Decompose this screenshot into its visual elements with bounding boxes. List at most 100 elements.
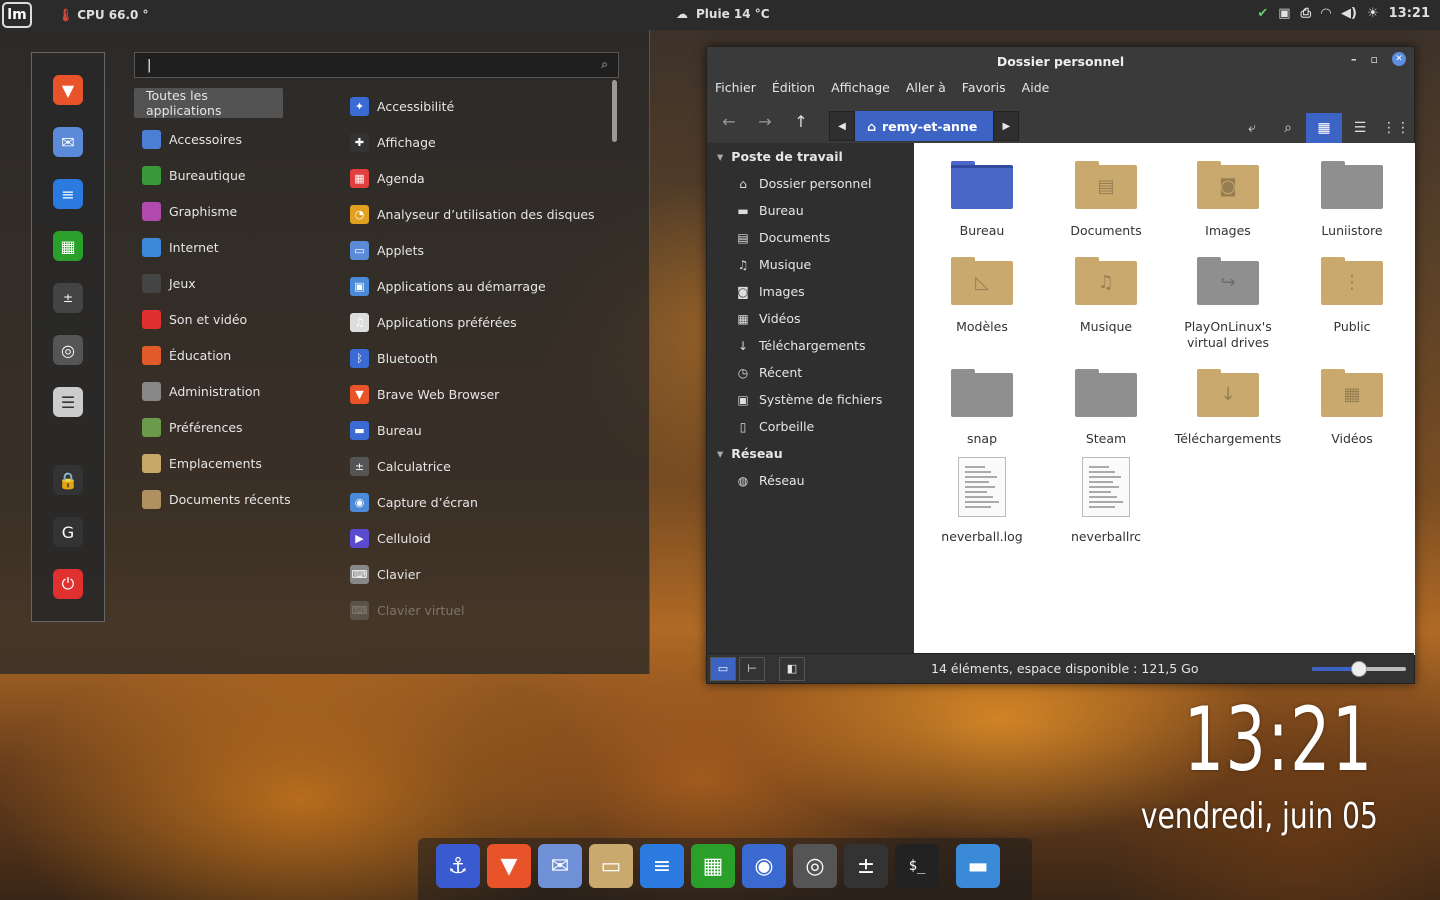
app-item[interactable]: ▭ Applets bbox=[350, 232, 610, 268]
zoom-slider[interactable] bbox=[1312, 661, 1406, 677]
menu-item[interactable]: Aide bbox=[1022, 80, 1050, 95]
cpu-applet[interactable]: 🌡 CPU 66.0 ° bbox=[58, 8, 149, 22]
folder-item[interactable]: Luniistore bbox=[1292, 161, 1412, 239]
anchor-icon[interactable]: ⚓ bbox=[436, 844, 480, 888]
category-item[interactable]: Emplacements bbox=[134, 445, 334, 481]
sidebar-item[interactable]: ▯ Corbeille bbox=[707, 413, 914, 440]
breadcrumb-current[interactable]: ⌂ remy-et-anne bbox=[855, 111, 994, 141]
back-icon[interactable]: ← bbox=[711, 105, 747, 137]
folder-item[interactable]: ▤ Documents bbox=[1046, 161, 1166, 239]
app-item[interactable]: ▶ Celluloid bbox=[350, 520, 610, 556]
app-item[interactable]: ⌨ Clavier bbox=[350, 556, 610, 592]
image-icon[interactable]: ▣ bbox=[1278, 6, 1290, 21]
calculator-icon[interactable]: ± bbox=[844, 844, 888, 888]
brave-icon[interactable]: ▼ bbox=[53, 75, 83, 105]
app-item[interactable]: ⌨ Clavier virtuel bbox=[350, 592, 610, 628]
zoom-slider-knob[interactable] bbox=[1351, 661, 1367, 677]
app-item[interactable]: ▬ Bureau bbox=[350, 412, 610, 448]
menu-item[interactable]: Édition bbox=[772, 80, 815, 95]
mint-menu-icon[interactable]: lm bbox=[2, 2, 32, 28]
menu-item[interactable]: Affichage bbox=[831, 80, 890, 95]
power-icon[interactable]: ⏻ bbox=[53, 569, 83, 599]
app-item[interactable]: ✦ Accessibilité bbox=[350, 88, 610, 124]
playonlinux-icon[interactable]: ◎ bbox=[793, 844, 837, 888]
volume-icon[interactable]: ◀) bbox=[1341, 6, 1357, 21]
folder-item[interactable]: ◙ Images bbox=[1168, 161, 1288, 239]
close-icon[interactable]: ✕ bbox=[1392, 52, 1406, 66]
folder-item[interactable]: ↓ Téléchargements bbox=[1168, 369, 1288, 447]
list-view-icon[interactable]: ☰ bbox=[1342, 113, 1378, 143]
brightness-icon[interactable]: ☀ bbox=[1367, 6, 1379, 21]
category-item[interactable]: Administration bbox=[134, 373, 334, 409]
sidebar-item[interactable]: ▦ Vidéos bbox=[707, 305, 914, 332]
toggle-location-icon[interactable]: ⤶ bbox=[1234, 113, 1270, 143]
shield-icon[interactable]: ✔ bbox=[1257, 6, 1268, 21]
folder-item[interactable]: Steam bbox=[1046, 369, 1166, 447]
calculator-icon[interactable]: ± bbox=[53, 283, 83, 313]
maximize-icon[interactable]: ▫ bbox=[1371, 53, 1378, 66]
sidebar-item[interactable]: ↓ Téléchargements bbox=[707, 332, 914, 359]
app-item[interactable]: ◔ Analyseur d’utilisation des disques bbox=[350, 196, 610, 232]
tree-pane-icon[interactable]: ⊢ bbox=[739, 656, 765, 681]
category-item[interactable]: Accessoires bbox=[134, 121, 334, 157]
app-item[interactable]: ᛒ Bluetooth bbox=[350, 340, 610, 376]
breadcrumb-left-icon[interactable]: ◀ bbox=[829, 111, 855, 141]
search-icon[interactable]: ⌕ bbox=[1270, 113, 1306, 143]
icon-view-icon[interactable]: ▦ bbox=[1306, 113, 1342, 143]
camera-icon[interactable]: ◉ bbox=[742, 844, 786, 888]
logout-icon[interactable]: G bbox=[53, 517, 83, 547]
category-item[interactable]: Son et vidéo bbox=[134, 301, 334, 337]
mail-icon[interactable]: ✉ bbox=[538, 844, 582, 888]
file-item[interactable]: neverballrc bbox=[1046, 457, 1166, 545]
minimize-icon[interactable]: – bbox=[1351, 53, 1357, 66]
panel-clock[interactable]: 13:21 bbox=[1389, 6, 1430, 21]
sidebar-item[interactable]: ▤ Documents bbox=[707, 224, 914, 251]
folder-item[interactable]: ♫ Musique bbox=[1046, 257, 1166, 335]
folder-item[interactable]: ↪ PlayOnLinux's virtual drives bbox=[1168, 257, 1288, 351]
menu-search-input[interactable]: | ⌕ bbox=[134, 52, 619, 78]
category-item[interactable]: Graphisme bbox=[134, 193, 334, 229]
app-item[interactable]: ◉ Capture d’écran bbox=[350, 484, 610, 520]
sidebar-item[interactable]: ◙ Images bbox=[707, 278, 914, 305]
hide-sidebar-icon[interactable]: ◧ bbox=[779, 656, 805, 681]
forward-icon[interactable]: → bbox=[747, 105, 783, 137]
calc-icon[interactable]: ▦ bbox=[691, 844, 735, 888]
desktop-show-icon[interactable]: ▬ bbox=[956, 844, 1000, 888]
folder-item[interactable]: ▦ Vidéos bbox=[1292, 369, 1412, 447]
app-item[interactable]: ▦ Agenda bbox=[350, 160, 610, 196]
files-icon[interactable]: ▭ bbox=[589, 844, 633, 888]
window-titlebar[interactable]: Dossier personnel – ▫ ✕ bbox=[707, 47, 1414, 75]
folder-item[interactable]: Bureau bbox=[922, 161, 1042, 239]
brave-icon[interactable]: ▼ bbox=[487, 844, 531, 888]
sidebar-item[interactable]: ◍ Réseau bbox=[707, 467, 914, 494]
category-item[interactable]: Internet bbox=[134, 229, 334, 265]
category-item[interactable]: Jeux bbox=[134, 265, 334, 301]
file-item[interactable]: neverball.log bbox=[922, 457, 1042, 545]
folder-item[interactable]: snap bbox=[922, 369, 1042, 447]
app-item[interactable]: ± Calculatrice bbox=[350, 448, 610, 484]
calc-icon[interactable]: ▦ bbox=[53, 231, 83, 261]
menu-item[interactable]: Favoris bbox=[962, 80, 1006, 95]
sidebar-item[interactable]: ⌂ Dossier personnel bbox=[707, 170, 914, 197]
settings-icon[interactable]: ☰ bbox=[53, 387, 83, 417]
category-item[interactable]: Bureautique bbox=[134, 157, 334, 193]
folder-item[interactable]: ⋮ Public bbox=[1292, 257, 1412, 335]
sidebar-section-header[interactable]: ▾ Réseau bbox=[707, 440, 914, 467]
writer-icon[interactable]: ≡ bbox=[53, 179, 83, 209]
playonlinux-icon[interactable]: ◎ bbox=[53, 335, 83, 365]
sidebar-item[interactable]: ▣ Système de fichiers bbox=[707, 386, 914, 413]
writer-icon[interactable]: ≡ bbox=[640, 844, 684, 888]
category-item[interactable]: Toutes les applications bbox=[134, 88, 283, 118]
breadcrumb-right-icon[interactable]: ▶ bbox=[993, 111, 1020, 141]
category-item[interactable]: Documents récents bbox=[134, 481, 334, 517]
wifi-icon[interactable]: ◠ bbox=[1321, 6, 1331, 21]
up-icon[interactable]: ↑ bbox=[783, 105, 819, 137]
category-item[interactable]: Préférences bbox=[134, 409, 334, 445]
app-item[interactable]: ✚ Affichage bbox=[350, 124, 610, 160]
sidebar-item[interactable]: ◷ Récent bbox=[707, 359, 914, 386]
places-pane-icon[interactable]: ▭ bbox=[710, 656, 736, 681]
app-item[interactable]: ♫ Applications préférées bbox=[350, 304, 610, 340]
menu-scrollbar[interactable] bbox=[612, 80, 617, 142]
app-item[interactable]: ▣ Applications au démarrage bbox=[350, 268, 610, 304]
mail-icon[interactable]: ✉ bbox=[53, 127, 83, 157]
